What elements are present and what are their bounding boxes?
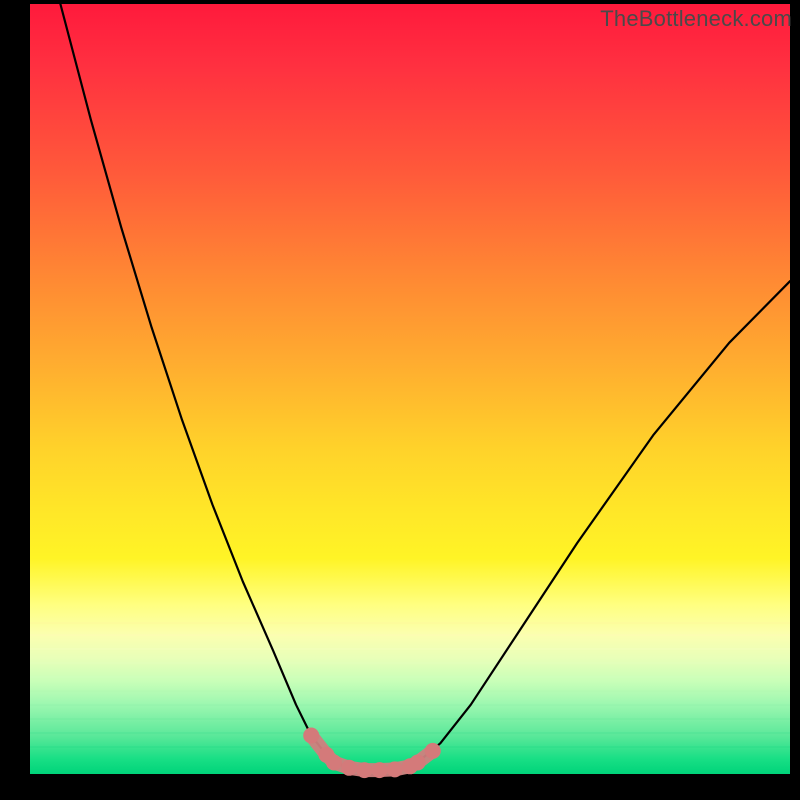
valley-dot [372,762,388,778]
valley-dot [356,762,372,778]
valley-dot [303,728,319,744]
valley-dot [326,755,342,771]
main-curve [60,4,790,770]
valley-dot [341,760,357,776]
plot-area [30,4,790,774]
valley-dot [410,755,426,771]
valley-dot [425,743,441,759]
chart-frame: TheBottleneck.com [0,0,800,800]
curve-svg [30,4,790,774]
valley-dot [387,761,403,777]
